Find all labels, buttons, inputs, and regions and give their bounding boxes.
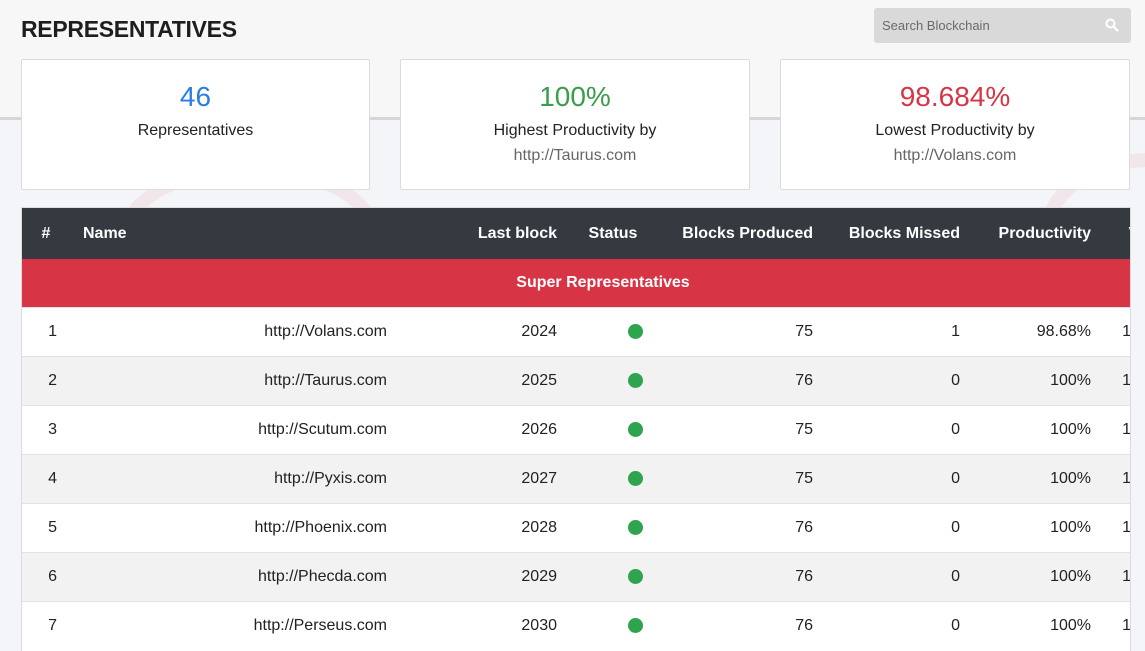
blocks-missed-cell: 0 xyxy=(826,551,973,601)
status-cell xyxy=(570,306,656,356)
votes-cell: 10,026 xyxy=(1104,306,1130,356)
status-online-icon xyxy=(628,470,643,486)
section-row: Super Representatives xyxy=(22,259,1130,307)
representative-name[interactable]: http://Phecda.com xyxy=(70,551,400,601)
status-cell xyxy=(570,404,656,454)
section-label: Super Representatives xyxy=(22,259,1130,307)
column-header-name[interactable]: Name xyxy=(70,208,400,259)
search-input[interactable] xyxy=(874,8,1131,43)
votes-cell: 10,025 xyxy=(1104,355,1130,405)
blocks-missed-cell: 1 xyxy=(826,306,973,356)
votes-cell: 10,021 xyxy=(1104,551,1130,601)
votes-cell: 10,023 xyxy=(1104,453,1130,503)
blocks-missed-cell: 0 xyxy=(826,502,973,552)
stat-card-representatives: 46 Representatives xyxy=(21,59,370,190)
blocks-produced-cell: 75 xyxy=(656,453,826,503)
representative-name[interactable]: http://Phoenix.com xyxy=(70,502,400,552)
productivity-cell: 100% xyxy=(973,551,1104,601)
status-cell xyxy=(570,502,656,552)
status-cell xyxy=(570,551,656,601)
productivity-cell: 100% xyxy=(973,600,1104,650)
column-header-status[interactable]: Status xyxy=(570,208,656,259)
table-row[interactable]: 1http://Volans.com202475198.68%10,026 xyxy=(22,306,1130,356)
blocks-produced-cell: 76 xyxy=(656,355,826,405)
table-header-row: # Name Last block Status Blocks Produced… xyxy=(22,208,1130,259)
last-block-cell: 2027 xyxy=(400,453,570,503)
table-row[interactable]: 2http://Taurus.com2025 760100%10,025 xyxy=(22,355,1130,405)
representatives-label: Representatives xyxy=(137,122,254,139)
row-number: 2 xyxy=(22,355,70,405)
status-online-icon xyxy=(628,421,643,437)
blocks-produced-cell: 76 xyxy=(656,502,826,552)
status-online-icon xyxy=(628,618,643,634)
productivity-cell: 100% xyxy=(973,502,1104,552)
row-number: 7 xyxy=(22,600,70,650)
page-title: REPRESENTATIVES xyxy=(21,16,237,42)
status-online-icon xyxy=(628,568,643,584)
table-row[interactable]: 3http://Scutum.com2026 750100%10,024 xyxy=(22,404,1130,454)
blocks-missed-cell: 0 xyxy=(826,600,973,650)
column-header-number[interactable]: # xyxy=(22,208,70,259)
row-number: 6 xyxy=(22,551,70,601)
productivity-cell: 100% xyxy=(973,404,1104,454)
productivity-cell: 98.68% xyxy=(973,306,1104,356)
last-block-cell: 2028 xyxy=(400,502,570,552)
table-row[interactable]: 7http://Perseus.com2030 760100%10,020 xyxy=(22,600,1130,650)
status-cell xyxy=(570,355,656,405)
blocks-produced-cell: 75 xyxy=(656,306,826,356)
representative-name[interactable]: http://Perseus.com xyxy=(70,600,400,650)
representative-name[interactable]: http://Scutum.com xyxy=(70,404,400,454)
status-online-icon xyxy=(628,519,643,535)
votes-cell: 10,022 xyxy=(1104,502,1130,552)
lowest-productivity-link[interactable]: http://Volans.com xyxy=(781,147,1129,165)
productivity-cell: 100% xyxy=(973,453,1104,503)
row-number: 4 xyxy=(22,453,70,503)
votes-cell: 10,024 xyxy=(1104,404,1130,454)
productivity-cell: 100% xyxy=(973,355,1104,405)
column-header-last-block[interactable]: Last block xyxy=(400,208,570,259)
column-header-productivity[interactable]: Productivity xyxy=(973,208,1104,259)
search-box[interactable] xyxy=(874,8,1131,43)
status-cell xyxy=(570,600,656,650)
lowest-productivity-label: Lowest Productivity by xyxy=(875,122,1035,139)
votes-cell: 10,020 xyxy=(1104,600,1130,650)
representatives-count: 46 xyxy=(179,81,212,112)
status-cell xyxy=(570,453,656,503)
status-online-icon xyxy=(628,372,643,388)
table-row[interactable]: 5http://Phoenix.com2028 760100%10,022 xyxy=(22,502,1130,552)
blocks-produced-cell: 75 xyxy=(656,404,826,454)
table-row[interactable]: 6http://Phecda.com2029 760100%10,021 xyxy=(22,551,1130,601)
representative-name[interactable]: http://Volans.com xyxy=(70,306,400,356)
highest-productivity-link[interactable]: http://Taurus.com xyxy=(401,147,749,165)
last-block-cell: 2025 xyxy=(400,355,570,405)
last-block-cell: 2026 xyxy=(400,404,570,454)
highest-productivity-label: Highest Productivity by xyxy=(493,122,657,139)
representative-name[interactable]: http://Taurus.com xyxy=(70,355,400,405)
row-number: 1 xyxy=(22,306,70,356)
column-header-blocks-produced[interactable]: Blocks Produced xyxy=(656,208,826,259)
row-number: 5 xyxy=(22,502,70,552)
stat-card-highest-productivity: 100% Highest Productivity by http://Taur… xyxy=(400,59,750,190)
blocks-produced-cell: 76 xyxy=(656,600,826,650)
lowest-productivity-value: 98.684% xyxy=(899,81,1011,112)
last-block-cell: 2024 xyxy=(400,306,570,356)
representative-name[interactable]: http://Pyxis.com xyxy=(70,453,400,503)
last-block-cell: 2030 xyxy=(400,600,570,650)
blocks-produced-cell: 76 xyxy=(656,551,826,601)
blocks-missed-cell: 0 xyxy=(826,453,973,503)
blocks-missed-cell: 0 xyxy=(826,404,973,454)
stat-card-lowest-productivity: 98.684% Lowest Productivity by http://Vo… xyxy=(780,59,1130,190)
last-block-cell: 2029 xyxy=(400,551,570,601)
column-header-votes[interactable]: Votes xyxy=(1104,208,1130,259)
row-number: 3 xyxy=(22,404,70,454)
blocks-missed-cell: 0 xyxy=(826,355,973,405)
status-online-icon xyxy=(628,323,643,339)
column-header-blocks-missed[interactable]: Blocks Missed xyxy=(826,208,973,259)
table-row[interactable]: 4http://Pyxis.com2027 750100%10,023 xyxy=(22,453,1130,503)
search-icon[interactable] xyxy=(1105,18,1119,32)
representatives-table: # Name Last block Status Blocks Produced… xyxy=(21,207,1131,651)
highest-productivity-value: 100% xyxy=(539,81,611,112)
